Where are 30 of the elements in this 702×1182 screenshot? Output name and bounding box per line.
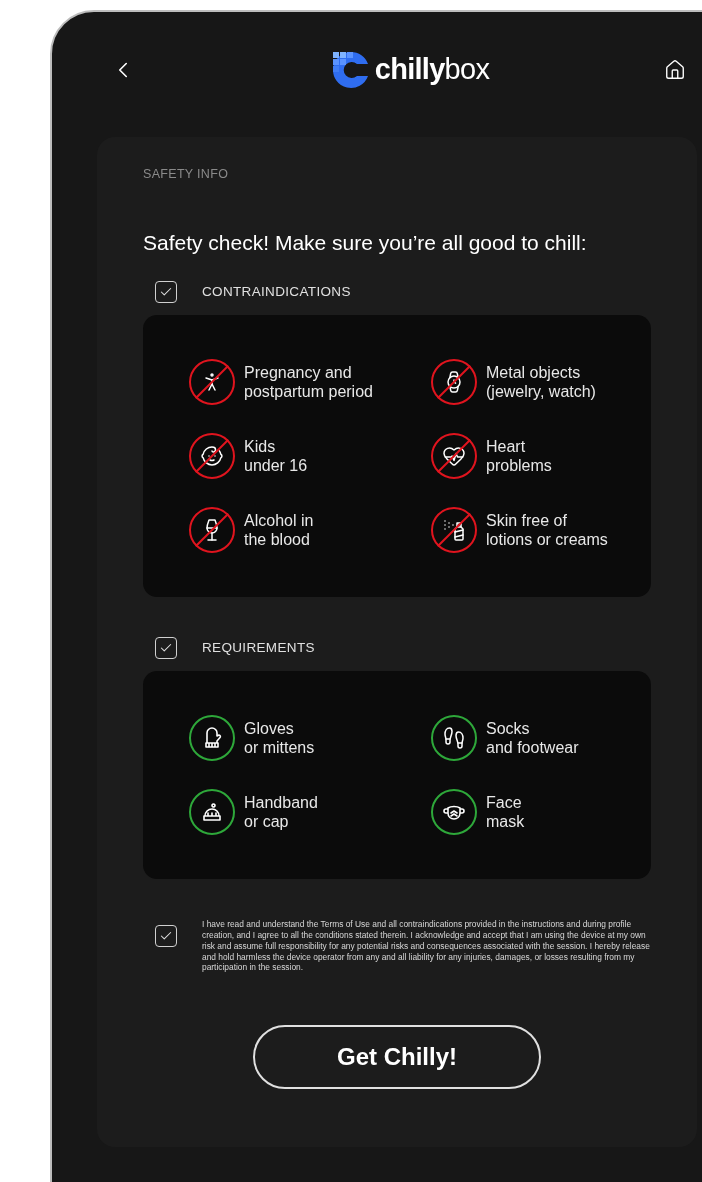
logo-text: chillybox — [374, 51, 490, 87]
page-title: Safety check! Make sure you’re all good to chill: — [143, 229, 588, 256]
checkbox[interactable] — [155, 281, 177, 304]
prohibited-heart-pulse-icon — [431, 433, 477, 480]
home-icon — [664, 58, 686, 81]
condition-label: Alcohol in the blood — [244, 511, 314, 550]
condition-label: Handband or cap — [244, 793, 318, 832]
mitten-icon — [189, 715, 235, 762]
logo-icon — [330, 49, 371, 90]
condition-label: Metal objects (jewelry, watch) — [486, 363, 596, 402]
condition-label: Face mask — [486, 793, 525, 832]
prohibited-spray-bottle-icon — [431, 507, 477, 554]
condition-label: Kids under 16 — [244, 437, 308, 476]
face-mask-icon — [431, 789, 477, 836]
checkbox[interactable] — [155, 637, 177, 660]
checkbox[interactable] — [155, 925, 177, 948]
get-chilly-button[interactable]: Get Chilly! — [253, 1025, 541, 1090]
condition-label: Socks and footwear — [486, 719, 579, 758]
prohibited-baby-face-icon — [189, 433, 235, 480]
condition-label: Skin free of lotions or creams — [486, 511, 608, 550]
consent-text: I have read and understand the Terms of Use and all contraindications provided in the instructions and during profile creation, and I agree to all the conditions stated therein. I acknowledge and accept that I am using the device at my own risk and assume full responsibility for any potential risks and consequences associated with the session. I hereby release and hold harmless the device operator from any and all liability for any injuries, damages, or losses resulting from my participation in the session. — [202, 919, 651, 974]
footprints-icon — [431, 715, 477, 762]
beanie-icon — [189, 789, 235, 836]
checklist-heading: CONTRAINDICATIONS — [202, 283, 351, 302]
condition-label: Heart problems — [486, 437, 552, 476]
section-label: SAFETY INFO — [143, 166, 230, 183]
home-button[interactable] — [664, 58, 686, 81]
condition-label: Pregnancy and postpartum period — [244, 363, 373, 402]
condition-label: Gloves or mittens — [244, 719, 315, 758]
checklist-heading: REQUIREMENTS — [202, 639, 315, 658]
